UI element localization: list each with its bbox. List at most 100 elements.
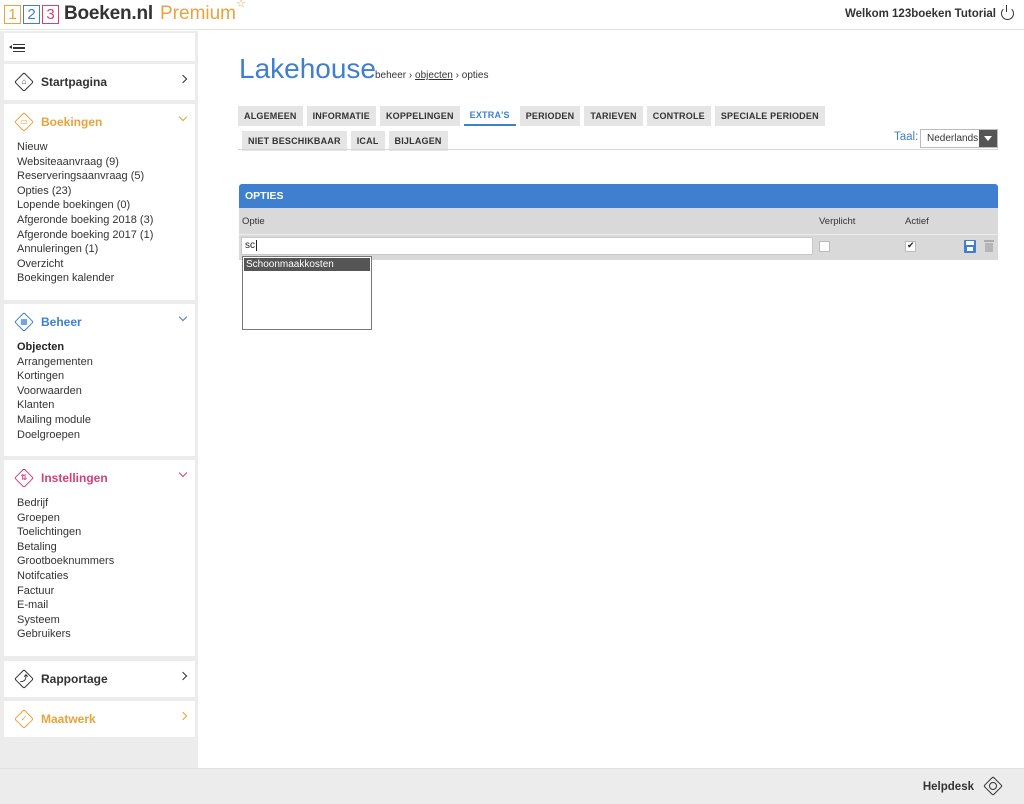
- sidebar-item[interactable]: Kortingen: [17, 369, 195, 384]
- sidebar-item[interactable]: Arrangementen: [17, 355, 195, 370]
- breadcrumb-objecten-link[interactable]: objecten: [415, 70, 453, 81]
- sidebar-item[interactable]: Doelgroepen: [17, 428, 195, 443]
- sidebar-item[interactable]: Websiteaanvraag (9): [17, 155, 195, 170]
- language-select[interactable]: Nederlands: [920, 129, 998, 148]
- tab-perioden[interactable]: PERIODEN: [519, 106, 581, 126]
- sidebar-item[interactable]: Mailing module: [17, 413, 195, 428]
- sidebar-section-startpagina[interactable]: ⌂ Startpagina: [4, 64, 195, 100]
- actief-checkbox[interactable]: [905, 240, 916, 252]
- options-panel-title: OPTIES: [239, 184, 998, 208]
- sidebar-item[interactable]: Klanten: [17, 398, 195, 413]
- language-label: Taal:: [894, 131, 919, 143]
- home-icon: ⌂: [14, 72, 34, 92]
- autocomplete-item[interactable]: Schoonmaakkosten: [244, 258, 370, 271]
- power-icon[interactable]: [1001, 5, 1014, 20]
- sidebar-section-instellingen: ⇅ Instellingen Bedrijf Groepen Toelichti…: [4, 460, 195, 656]
- sidebar-item[interactable]: Bedrijf: [17, 496, 195, 511]
- sidebar-title-maatwerk: Maatwerk: [41, 712, 96, 726]
- sidebar-item[interactable]: Grootboeknummers: [17, 554, 195, 569]
- autocomplete-dropdown: Schoonmaakkosten: [242, 256, 372, 330]
- logo[interactable]: 1 2 3 Boeken.nl Premium☆: [4, 0, 246, 25]
- sidebar-item[interactable]: Groepen: [17, 511, 195, 526]
- sidebar-item[interactable]: Notifcaties: [17, 569, 195, 584]
- sidebar-title-startpagina: Startpagina: [41, 75, 108, 89]
- chevron-right-icon: [178, 671, 188, 681]
- tab-extras[interactable]: EXTRA'S: [463, 106, 516, 126]
- save-icon[interactable]: [964, 240, 976, 253]
- sidebar-item[interactable]: Overzicht: [17, 257, 195, 272]
- col-header-optie: Optie: [242, 216, 265, 227]
- sidebar-section-maatwerk[interactable]: ✓ Maatwerk: [4, 701, 195, 737]
- sidebar-item[interactable]: Systeem: [17, 613, 195, 628]
- chevron-right-icon: [178, 711, 188, 721]
- sidebar-head-instellingen[interactable]: ⇅ Instellingen: [4, 460, 195, 496]
- sidebar-item[interactable]: Nieuw: [17, 140, 195, 155]
- footer: Helpdesk: [0, 768, 1024, 804]
- options-column-header: Optie Verplicht Actief: [239, 208, 998, 234]
- sidebar-item[interactable]: Reserveringsaanvraag (5): [17, 169, 195, 184]
- tab-speciale-perioden[interactable]: SPECIALE PERIODEN: [714, 106, 825, 126]
- main-content: Lakehouse beheer › objecten › opties ALG…: [198, 31, 1024, 768]
- options-panel: OPTIES Optie Verplicht Actief sc: [239, 184, 998, 260]
- sidebar-item-objecten[interactable]: Objecten: [17, 340, 195, 355]
- chevron-down-icon: [178, 468, 188, 478]
- welcome-text: Welkom 123boeken Tutorial: [844, 8, 996, 20]
- sidebar-head-beheer[interactable]: ▦ Beheer: [4, 304, 195, 340]
- sidebar-item[interactable]: Afgeronde boeking 2018 (3): [17, 213, 195, 228]
- sidebar-item[interactable]: Afgeronde boeking 2017 (1): [17, 228, 195, 243]
- premium-label: Premium: [160, 3, 237, 24]
- top-bar: 1 2 3 Boeken.nl Premium☆ Welkom 123boeke…: [0, 0, 1024, 30]
- tab-informatie[interactable]: INFORMATIE: [306, 106, 376, 126]
- col-header-actief: Actief: [905, 216, 929, 227]
- tab-algemeen[interactable]: ALGEMEEN: [238, 106, 303, 126]
- chevron-down-icon: [178, 112, 188, 122]
- menu-collapse-icon: [9, 44, 25, 52]
- tab-tarieven[interactable]: TARIEVEN: [584, 106, 643, 126]
- sidebar-head-boekingen[interactable]: ▭ Boekingen: [4, 104, 195, 140]
- sidebar-section-rapportage[interactable]: ⤴ Rapportage: [4, 661, 195, 697]
- menu-toggle-button[interactable]: [4, 33, 195, 61]
- sidebar: ⌂ Startpagina ▭ Boekingen Nieuw Websitea…: [0, 31, 198, 768]
- sidebar-item[interactable]: Factuur: [17, 584, 195, 599]
- helpdesk-icon[interactable]: [983, 776, 1003, 796]
- logo-digit-3: 3: [42, 4, 59, 24]
- breadcrumb-opties: opties: [461, 70, 489, 81]
- sidebar-item[interactable]: Lopende boekingen (0): [17, 198, 195, 213]
- sidebar-item[interactable]: Annuleringen (1): [17, 242, 195, 257]
- chevron-down-icon: [178, 312, 188, 322]
- logo-brand: Boeken.nl: [64, 3, 153, 24]
- sidebar-item[interactable]: Opties (23): [17, 184, 195, 199]
- tab-bijlagen[interactable]: BIJLAGEN: [388, 131, 448, 151]
- chevron-right-icon: [178, 74, 188, 84]
- settings-icon: ⇅: [14, 468, 34, 488]
- logo-premium: Premium☆: [160, 0, 246, 25]
- report-icon: ⤴: [14, 669, 34, 689]
- sidebar-item[interactable]: Voorwaarden: [17, 384, 195, 399]
- sidebar-item[interactable]: Betaling: [17, 540, 195, 555]
- tab-niet-beschikbaar[interactable]: NIET BESCHIKBAAR: [242, 131, 347, 151]
- sidebar-section-boekingen: ▭ Boekingen Nieuw Websiteaanvraag (9) Re…: [4, 104, 195, 300]
- breadcrumb-beheer: beheer: [375, 70, 407, 81]
- dropdown-arrow-icon[interactable]: [979, 130, 997, 147]
- star-icon: ☆: [236, 0, 246, 10]
- tab-koppelingen[interactable]: KOPPELINGEN: [379, 106, 460, 126]
- manage-icon: ▦: [14, 312, 34, 332]
- sidebar-item[interactable]: Toelichtingen: [17, 525, 195, 540]
- sidebar-item[interactable]: Boekingen kalender: [17, 271, 195, 286]
- trash-icon[interactable]: [984, 240, 994, 252]
- helpdesk-link[interactable]: Helpdesk: [923, 781, 974, 793]
- option-input-value: sc: [245, 240, 255, 251]
- option-input[interactable]: sc: [241, 237, 813, 255]
- breadcrumb-separator: ›: [408, 70, 413, 81]
- tab-ical[interactable]: ICAL: [350, 131, 385, 151]
- text-caret: [256, 239, 257, 251]
- sidebar-item[interactable]: E-mail: [17, 598, 195, 613]
- sidebar-title-instellingen: Instellingen: [41, 471, 108, 485]
- verplicht-checkbox[interactable]: [819, 241, 830, 252]
- breadcrumb: beheer › objecten › opties: [375, 70, 488, 81]
- sidebar-section-beheer: ▦ Beheer Objecten Arrangementen Kortinge…: [4, 304, 195, 456]
- sidebar-title-rapportage: Rapportage: [41, 672, 108, 686]
- sidebar-item[interactable]: Gebruikers: [17, 627, 195, 642]
- tab-controle[interactable]: CONTROLE: [646, 106, 711, 126]
- custom-work-icon: ✓: [14, 709, 34, 729]
